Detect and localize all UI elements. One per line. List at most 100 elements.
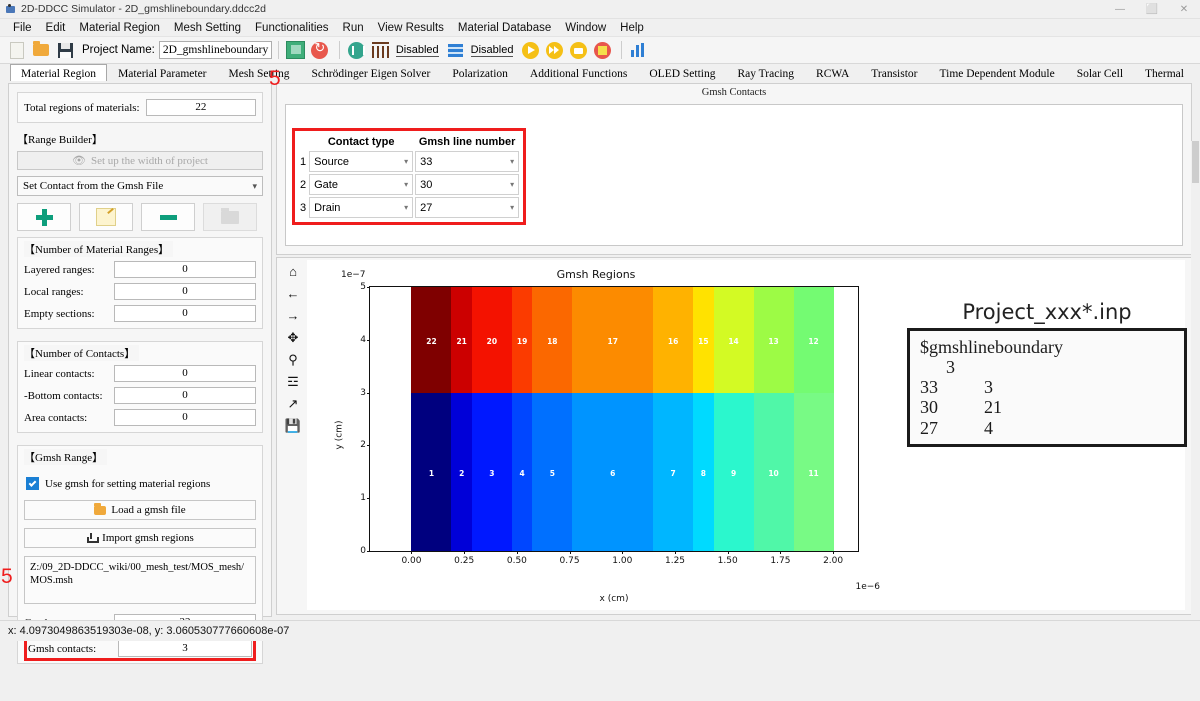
contact-type-select-3[interactable]: Drain▾ — [309, 197, 413, 218]
edit-button[interactable] — [79, 203, 133, 231]
structure-icon[interactable] — [346, 39, 368, 61]
edit-axis-icon[interactable]: ↗ — [285, 396, 301, 410]
plus-icon — [36, 209, 53, 226]
contacts-count-group: 【Number of Contacts】 Linear contacts:0 -… — [17, 341, 263, 433]
region-band: 167 — [653, 287, 693, 551]
menu-edit[interactable]: Edit — [39, 21, 73, 35]
new-document-icon[interactable] — [6, 39, 28, 61]
menu-functionalities[interactable]: Functionalities — [248, 21, 336, 35]
window-controls: — ⬜ ✕ — [1104, 0, 1200, 18]
inp-row-1-b: 3 — [984, 377, 993, 397]
material-region-sidebar: Total regions of materials: 22 【Range Bu… — [8, 83, 272, 617]
linear-contacts-input[interactable]: 0 — [114, 365, 256, 382]
region-label: 21 — [451, 337, 471, 346]
set-project-width-button[interactable]: 👁 Set up the width of project — [17, 151, 263, 170]
region-label: 13 — [754, 337, 794, 346]
menu-material-region[interactable]: Material Region — [72, 21, 167, 35]
toolbar-divider-2 — [339, 41, 340, 59]
inp-file-annotation: Project_xxx*.inp $gmshlineboundary 3 33 … — [907, 300, 1187, 447]
inp-row-3-b: 4 — [984, 418, 993, 438]
back-arrow-icon[interactable]: ← — [285, 286, 301, 300]
gmsh-line-select-1[interactable]: 33▾ — [415, 151, 519, 172]
scrollbar-thumb[interactable] — [1192, 141, 1199, 183]
use-gmsh-checkbox-row[interactable]: Use gmsh for setting material regions — [26, 477, 254, 490]
region-band: 176 — [572, 287, 653, 551]
report-icon[interactable] — [567, 39, 589, 61]
region-label: 3 — [472, 469, 512, 478]
layers-icon[interactable] — [445, 39, 467, 61]
menu-mesh-setting[interactable]: Mesh Setting — [167, 21, 248, 35]
contact-type-select-2[interactable]: Gate▾ — [309, 174, 413, 195]
eye-icon: 👁 — [72, 154, 86, 167]
linear-contacts-label: Linear contacts: — [24, 368, 108, 380]
open-folder-icon[interactable] — [30, 39, 52, 61]
mesh-icon[interactable] — [370, 39, 392, 61]
chart-title: Gmsh Regions — [7, 268, 1185, 281]
contact-source-combo[interactable]: Set Contact from the Gmsh File ▾ — [17, 176, 263, 196]
region-band: 203 — [472, 287, 512, 551]
save-icon[interactable] — [54, 39, 76, 61]
run-icon[interactable] — [519, 39, 541, 61]
gmsh-line-select-3[interactable]: 27▾ — [415, 197, 519, 218]
total-regions-input[interactable]: 22 — [146, 99, 256, 116]
inp-row-1: 33 3 — [920, 377, 1174, 397]
add-button[interactable] — [17, 203, 71, 231]
inp-row-2-b: 21 — [984, 397, 1002, 417]
save-figure-icon[interactable]: 💾 — [285, 418, 301, 432]
folder-open-icon — [94, 506, 106, 515]
minimize-icon[interactable]: — — [1104, 0, 1136, 18]
configure-subplots-icon[interactable]: ☲ — [285, 374, 301, 388]
remove-button[interactable] — [141, 203, 195, 231]
menu-window[interactable]: Window — [558, 21, 613, 35]
inp-row-3-a: 27 — [920, 418, 984, 438]
header-contact-type: Contact type — [309, 135, 413, 149]
menu-material-database[interactable]: Material Database — [451, 21, 558, 35]
y-axis-exponent: 1e−7 — [341, 270, 366, 280]
gmsh-regions-panel: ⌂ ← → ✥ ⚲ ☲ ↗ 💾 Gmsh Regions 1e−7 x (cm)… — [276, 257, 1192, 615]
gmsh-line-value-2: 30 — [420, 179, 432, 191]
region-band: 1211 — [794, 287, 834, 551]
gmsh-contacts-table-highlight: Contact type Gmsh line number 1 Source▾ … — [292, 128, 526, 225]
menu-file[interactable]: File — [6, 21, 39, 35]
stop-icon[interactable] — [591, 39, 613, 61]
forward-arrow-icon[interactable]: → — [285, 308, 301, 322]
minus-icon — [160, 215, 177, 220]
export-icon[interactable] — [285, 39, 307, 61]
range-builder-header: 【Range Builder】 — [17, 131, 263, 147]
import-gmsh-regions-button[interactable]: Import gmsh regions — [24, 528, 256, 548]
use-gmsh-checkbox[interactable] — [26, 477, 39, 490]
browse-button[interactable] — [203, 203, 257, 231]
contact-type-select-1[interactable]: Source▾ — [309, 151, 413, 172]
region-label: 7 — [653, 469, 693, 478]
maximize-icon[interactable]: ⬜ — [1136, 0, 1168, 18]
chevron-down-icon: ▾ — [404, 180, 408, 189]
area-contacts-input[interactable]: 0 — [114, 409, 256, 426]
gmsh-contacts-input[interactable]: 3 — [118, 640, 252, 657]
toolbar-divider-1 — [278, 41, 279, 59]
plot-icon[interactable] — [628, 39, 650, 61]
local-ranges-input[interactable]: 0 — [114, 283, 256, 300]
bottom-contacts-input[interactable]: 0 — [114, 387, 256, 404]
load-gmsh-file-button[interactable]: Load a gmsh file — [24, 500, 256, 520]
run-all-icon[interactable] — [543, 39, 565, 61]
region-label: 15 — [693, 337, 713, 346]
pan-icon[interactable]: ✥ — [285, 330, 301, 344]
project-name-input[interactable]: 2D_gmshlineboundary — [159, 41, 272, 59]
x-tick-2: 0.50 — [507, 556, 527, 566]
vertical-scrollbar[interactable] — [1191, 141, 1200, 701]
empty-sections-input[interactable]: 0 — [114, 305, 256, 322]
menu-help[interactable]: Help — [613, 21, 651, 35]
close-icon[interactable]: ✕ — [1168, 0, 1200, 18]
refresh-icon[interactable] — [309, 39, 331, 61]
y-tick-0: 0 — [360, 546, 366, 556]
x-axis-exponent: 1e−6 — [855, 582, 880, 592]
plot-canvas[interactable]: Gmsh Regions 1e−7 x (cm) y (cm) 1e−6 0 1… — [307, 260, 1185, 610]
menu-run[interactable]: Run — [336, 21, 371, 35]
gmsh-range-header: 【Gmsh Range】 — [24, 449, 107, 465]
zoom-icon[interactable]: ⚲ — [285, 352, 301, 366]
menu-view-results[interactable]: View Results — [371, 21, 451, 35]
region-label: 17 — [572, 337, 653, 346]
region-label: 14 — [714, 337, 754, 346]
import-gmsh-label: Import gmsh regions — [102, 532, 194, 544]
gmsh-line-select-2[interactable]: 30▾ — [415, 174, 519, 195]
